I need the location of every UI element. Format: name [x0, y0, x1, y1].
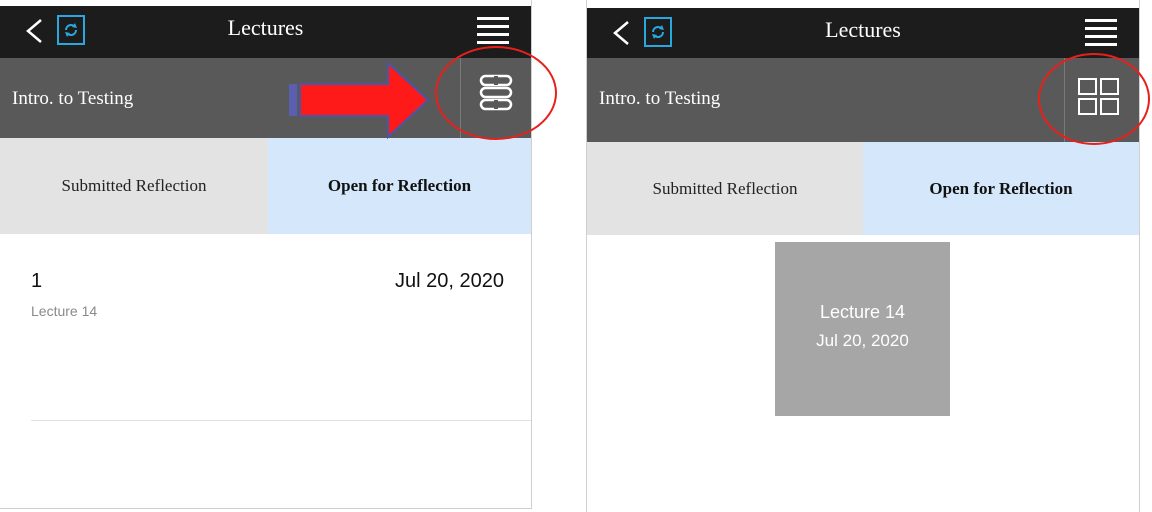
annotation-overlay	[289, 46, 1150, 145]
red-arrow-annotation	[289, 60, 430, 140]
left-highlight-circle	[435, 46, 557, 140]
right-highlight-circle	[1038, 53, 1150, 145]
